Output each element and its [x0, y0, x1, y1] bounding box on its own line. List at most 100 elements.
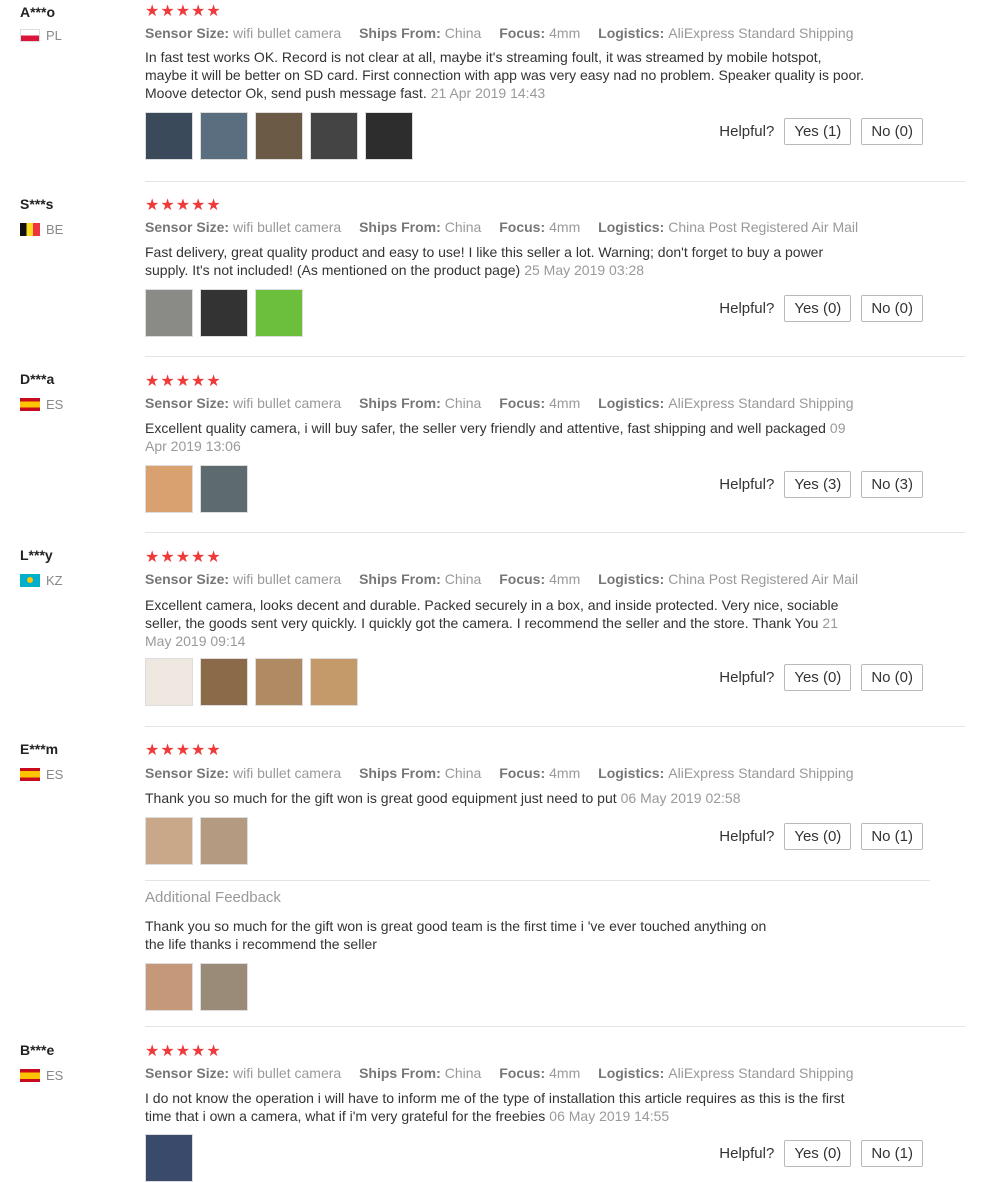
focus-label: Focus: [499, 219, 546, 235]
review-photo[interactable] [200, 112, 248, 160]
star-rating: ★★★★★ [145, 373, 222, 390]
review-date: 21 Apr 2019 14:43 [430, 85, 546, 101]
review-photo[interactable] [365, 112, 413, 160]
country-code: BE [46, 222, 64, 237]
helpful-yes-button[interactable]: Yes (3) [784, 471, 852, 498]
reviewer-country: BE [20, 222, 63, 237]
star-rating: ★★★★★ [145, 1043, 222, 1060]
review-divider [145, 356, 965, 357]
helpful-yes-button[interactable]: Yes (1) [784, 118, 852, 145]
review-photo[interactable] [145, 289, 193, 337]
photo-thumbnails [145, 1134, 193, 1182]
country-code: ES [46, 767, 64, 782]
review-photo[interactable] [200, 465, 248, 513]
review-photo[interactable] [255, 289, 303, 337]
helpful-section: Helpful? Yes (0) No (0) [719, 295, 923, 322]
focus-value: 4mm [549, 219, 581, 235]
focus-label: Focus: [499, 25, 546, 41]
ships-from-value: China [444, 25, 482, 41]
logistics-value: AliExpress Standard Shipping [668, 395, 854, 411]
helpful-no-button[interactable]: No (0) [861, 118, 923, 145]
ships-from-value: China [444, 571, 482, 587]
review-date: 06 May 2019 14:55 [549, 1108, 670, 1124]
helpful-section: Helpful? Yes (3) No (3) [719, 471, 923, 498]
review-photo[interactable] [200, 658, 248, 706]
review-body: Thank you so much for the gift won is gr… [145, 790, 617, 806]
helpful-no-button[interactable]: No (0) [861, 664, 923, 691]
focus-label: Focus: [499, 1065, 546, 1081]
focus-value: 4mm [549, 1065, 581, 1081]
helpful-yes-button[interactable]: Yes (0) [784, 295, 852, 322]
focus-label: Focus: [499, 571, 546, 587]
country-code: KZ [46, 573, 63, 588]
sensor-size-value: wifi bullet camera [233, 571, 342, 587]
logistics-label: Logistics: [598, 571, 665, 587]
helpful-no-button[interactable]: No (1) [861, 823, 923, 850]
logistics-label: Logistics: [598, 765, 665, 781]
reviewer-country: ES [20, 767, 63, 782]
helpful-label: Helpful? [719, 1145, 775, 1162]
focus-label: Focus: [499, 395, 546, 411]
helpful-label: Helpful? [719, 828, 775, 845]
review-text: I do not know the operation i will have … [145, 1089, 865, 1125]
sensor-size-value: wifi bullet camera [233, 395, 342, 411]
review-photo[interactable] [200, 289, 248, 337]
review-photo[interactable] [200, 963, 248, 1011]
review-divider [145, 726, 965, 727]
review-specs: Sensor Size: wifi bullet camera Ships Fro… [145, 25, 868, 41]
ships-from-value: China [444, 395, 482, 411]
sensor-size-label: Sensor Size: [145, 25, 230, 41]
review-text: Fast delivery, great quality product and… [145, 243, 865, 279]
helpful-yes-button[interactable]: Yes (0) [784, 1140, 852, 1167]
focus-value: 4mm [549, 25, 581, 41]
ships-from-label: Ships From: [359, 395, 441, 411]
ships-from-label: Ships From: [359, 25, 441, 41]
sensor-size-value: wifi bullet camera [233, 1065, 342, 1081]
photo-thumbnails [145, 112, 413, 160]
review-divider [145, 1026, 965, 1027]
review-body: I do not know the operation i will have … [145, 1090, 845, 1124]
review-photo[interactable] [200, 817, 248, 865]
reviewer-name: D***a [20, 371, 55, 387]
star-rating: ★★★★★ [145, 3, 222, 20]
review-photo[interactable] [255, 112, 303, 160]
logistics-value: China Post Registered Air Mail [668, 219, 859, 235]
review-photo[interactable] [145, 658, 193, 706]
helpful-yes-button[interactable]: Yes (0) [784, 823, 852, 850]
review-date: 06 May 2019 02:58 [620, 790, 741, 806]
ships-from-value: China [444, 765, 482, 781]
focus-label: Focus: [499, 765, 546, 781]
flag-be-icon [20, 223, 40, 236]
additional-photo-thumbnails [145, 963, 248, 1011]
focus-value: 4mm [549, 571, 581, 587]
logistics-value: AliExpress Standard Shipping [668, 765, 854, 781]
review-text: In fast test works OK. Record is not cle… [145, 48, 865, 102]
review-photo[interactable] [145, 112, 193, 160]
logistics-label: Logistics: [598, 1065, 665, 1081]
star-rating: ★★★★★ [145, 549, 222, 566]
review-photo[interactable] [310, 112, 358, 160]
review-photo[interactable] [145, 1134, 193, 1182]
review-photo[interactable] [145, 817, 193, 865]
review-specs: Sensor Size: wifi bullet camera Ships Fro… [145, 1065, 868, 1081]
helpful-no-button[interactable]: No (3) [861, 471, 923, 498]
review-photo[interactable] [310, 658, 358, 706]
review-photo[interactable] [145, 465, 193, 513]
logistics-value: China Post Registered Air Mail [668, 571, 859, 587]
focus-value: 4mm [549, 395, 581, 411]
sensor-size-label: Sensor Size: [145, 765, 230, 781]
helpful-section: Helpful? Yes (0) No (1) [719, 1140, 923, 1167]
review-text: Thank you so much for the gift won is gr… [145, 789, 865, 807]
flag-pl-icon [20, 29, 40, 42]
review-date: 25 May 2019 03:28 [524, 262, 645, 278]
review-specs: Sensor Size: wifi bullet camera Ships Fro… [145, 395, 868, 411]
review-photo[interactable] [145, 963, 193, 1011]
country-code: ES [46, 397, 64, 412]
reviewer-name: S***s [20, 196, 54, 212]
country-code: PL [46, 28, 62, 43]
helpful-yes-button[interactable]: Yes (0) [784, 664, 852, 691]
helpful-no-button[interactable]: No (0) [861, 295, 923, 322]
helpful-no-button[interactable]: No (1) [861, 1140, 923, 1167]
additional-feedback-divider [145, 880, 930, 881]
review-photo[interactable] [255, 658, 303, 706]
